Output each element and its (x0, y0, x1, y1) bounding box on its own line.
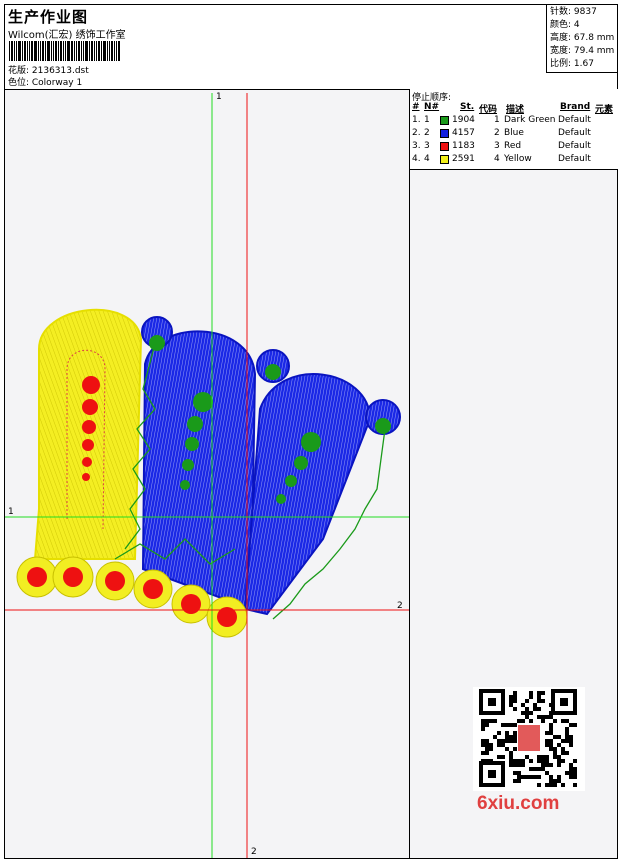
embroidery-preview-canvas: 1 1 2 2 (5, 89, 409, 858)
company-name: Wilcom(汇宏) 绣饰工作室 (8, 30, 126, 41)
col-header-number: # (412, 102, 420, 112)
row-needle: 3 (424, 141, 430, 151)
row-code: 2 (494, 128, 500, 138)
color-swatch (440, 129, 449, 138)
row-description: Blue (504, 128, 524, 138)
table-row: 4. 4 2591 4 Yellow Default (410, 154, 618, 167)
row-description: Dark Green (504, 115, 556, 125)
color-swatch (440, 155, 449, 164)
blue-petal-right (243, 373, 372, 616)
color-swatch (440, 116, 449, 125)
row-brand: Default (558, 115, 591, 125)
stop-sequence-panel: 停止顺序: # N# St. 代码 描述 Brand 元素 1. 1 1904 … (409, 89, 618, 170)
colorway-label: 色位: Colorway 1 (8, 78, 83, 88)
qr-code (473, 687, 585, 791)
row-number: 2. (412, 128, 421, 138)
embroidery-design (5, 93, 409, 858)
row-code: 4 (494, 154, 500, 164)
row-stitches: 1904 (452, 115, 475, 125)
row-number: 1. (412, 115, 421, 125)
axis-label-v1: 1 (216, 92, 222, 102)
row-brand: Default (558, 128, 591, 138)
row-brand: Default (558, 154, 591, 164)
row-needle: 4 (424, 154, 430, 164)
col-header-needle: N# (424, 102, 440, 112)
table-row: 1. 1 1904 1 Dark Green Default (410, 115, 618, 128)
design-stats-panel: 针数: 9837 颜色: 4 高度: 67.8 mm 宽度: 79.4 mm 比… (546, 5, 617, 73)
row-number: 4. (412, 154, 421, 164)
col-header-stitches: St. (460, 102, 475, 112)
worksheet-header: 生产作业图 Wilcom(汇宏) 绣饰工作室 花版: 2136313.dst 色… (5, 5, 617, 90)
page-title: 生产作业图 (8, 8, 89, 26)
col-header-code: 代码 (479, 105, 498, 115)
design-width: 宽度: 79.4 mm (550, 46, 615, 56)
axis-label-h2: 2 (397, 601, 403, 611)
row-stitches: 1183 (452, 141, 475, 151)
row-code: 1 (494, 115, 500, 125)
watermark: 6xiu.com (477, 793, 560, 814)
row-brand: Default (558, 141, 591, 151)
row-description: Red (504, 141, 522, 151)
blue-petal-left (141, 330, 257, 611)
yellow-petal-fill (33, 308, 143, 560)
row-stitches: 4157 (452, 128, 475, 138)
col-header-element: 元素 (595, 105, 614, 115)
color-swatch (440, 142, 449, 151)
qr-center-logo (518, 725, 540, 751)
col-header-brand: Brand (560, 102, 591, 112)
axis-label-v2: 2 (251, 847, 257, 857)
design-scale: 比例: 1.67 (550, 59, 594, 69)
row-number: 3. (412, 141, 421, 151)
row-needle: 2 (424, 128, 430, 138)
row-description: Yellow (504, 154, 532, 164)
barcode (9, 41, 145, 61)
row-needle: 1 (424, 115, 430, 125)
row-code: 3 (494, 141, 500, 151)
row-stitches: 2591 (452, 154, 475, 164)
table-row: 3. 3 1183 3 Red Default (410, 141, 618, 154)
color-count: 颜色: 4 (550, 20, 580, 30)
stitch-count: 针数: 9837 (550, 7, 597, 17)
design-height: 高度: 67.8 mm (550, 33, 615, 43)
production-worksheet: 生产作业图 Wilcom(汇宏) 绣饰工作室 花版: 2136313.dst 色… (4, 4, 618, 859)
col-header-description: 描述 (506, 105, 525, 115)
axis-label-h1: 1 (8, 507, 14, 517)
qr-code-graphic (479, 689, 577, 787)
table-row: 2. 2 4157 2 Blue Default (410, 128, 618, 141)
